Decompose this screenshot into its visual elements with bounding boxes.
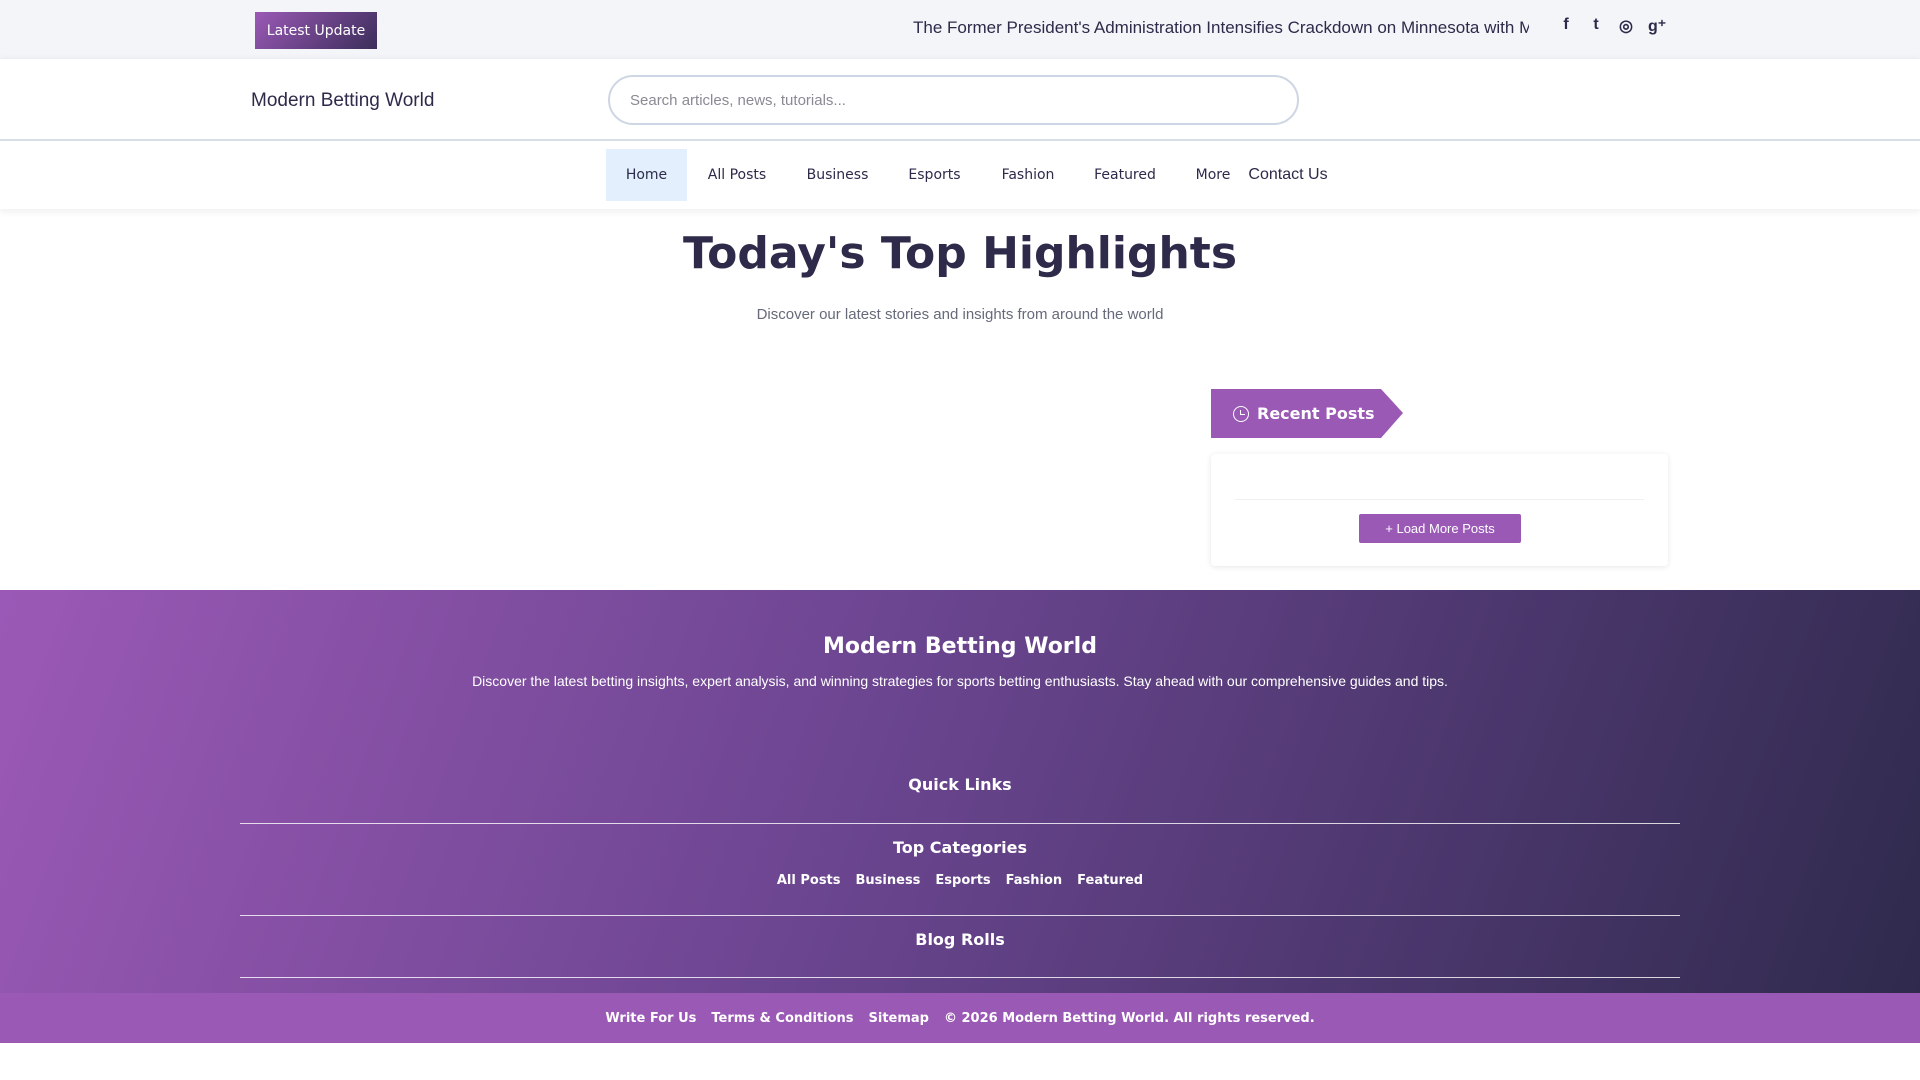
nav-more[interactable]: More [1188, 149, 1238, 201]
recent-posts-title: Recent Posts [1257, 404, 1375, 423]
footer-link-featured[interactable]: Featured [1077, 873, 1143, 888]
nav-business[interactable]: Business [795, 149, 880, 201]
bottom-bar: Write For Us Terms & Conditions Sitemap … [0, 993, 1920, 1043]
nav-contact-us[interactable]: Contact Us [1246, 149, 1330, 201]
google-plus-icon[interactable]: g⁺ [1648, 16, 1666, 36]
clock-icon [1233, 405, 1249, 422]
write-for-us-link[interactable]: Write For Us [605, 1011, 696, 1026]
search-input[interactable] [608, 75, 1299, 125]
copyright: © 2026 Modern Betting World. All rights … [943, 1010, 1315, 1026]
news-ticker[interactable]: The Former President's Administration In… [913, 18, 1529, 38]
plus-icon: + [1385, 521, 1397, 536]
load-more-button[interactable]: + Load More Posts [1359, 514, 1521, 543]
quick-links-heading: Quick Links [908, 775, 1012, 794]
recent-posts-header: Recent Posts [1211, 389, 1403, 438]
blog-rolls-heading: Blog Rolls [915, 930, 1005, 949]
social-links: f t ◎ g⁺ [1558, 16, 1666, 36]
top-bar: Latest Update The Former President's Adm… [0, 0, 1920, 59]
footer-link-esports[interactable]: Esports [935, 873, 990, 888]
divider [240, 977, 1680, 978]
terms-link[interactable]: Terms & Conditions [711, 1011, 853, 1026]
site-header: Modern Betting World [0, 59, 1920, 141]
footer: Modern Betting World Discover the latest… [0, 590, 1920, 993]
facebook-icon[interactable]: f [1558, 16, 1574, 36]
site-logo[interactable]: Modern Betting World [251, 90, 434, 112]
category-links: All Posts Business Esports Fashion Featu… [0, 873, 1920, 888]
recent-posts-card: + Load More Posts [1211, 454, 1668, 566]
divider [240, 823, 1680, 824]
twitter-icon[interactable]: t [1588, 16, 1604, 36]
nav-home[interactable]: Home [606, 149, 687, 201]
page-subtitle: Discover our latest stories and insights… [756, 306, 1164, 323]
load-more-label: Load More Posts [1396, 521, 1495, 536]
main-nav: Home All Posts Business Esports Fashion … [0, 141, 1920, 209]
divider [1235, 499, 1644, 500]
page-title: Today's Top Highlights [682, 228, 1238, 279]
footer-description: Discover the latest betting insights, ex… [472, 673, 1448, 689]
footer-link-fashion[interactable]: Fashion [1006, 873, 1063, 888]
latest-update-badge[interactable]: Latest Update [255, 12, 377, 49]
footer-link-all-posts[interactable]: All Posts [777, 873, 841, 888]
footer-link-business[interactable]: Business [856, 873, 921, 888]
instagram-icon[interactable]: ◎ [1618, 16, 1634, 36]
nav-esports[interactable]: Esports [895, 149, 974, 201]
nav-fashion[interactable]: Fashion [988, 149, 1068, 201]
divider [240, 915, 1680, 916]
top-categories-heading: Top Categories [892, 838, 1028, 857]
nav-all-posts[interactable]: All Posts [697, 149, 777, 201]
nav-featured[interactable]: Featured [1085, 149, 1165, 201]
sitemap-link[interactable]: Sitemap [869, 1011, 929, 1026]
footer-title: Modern Betting World [823, 634, 1097, 659]
